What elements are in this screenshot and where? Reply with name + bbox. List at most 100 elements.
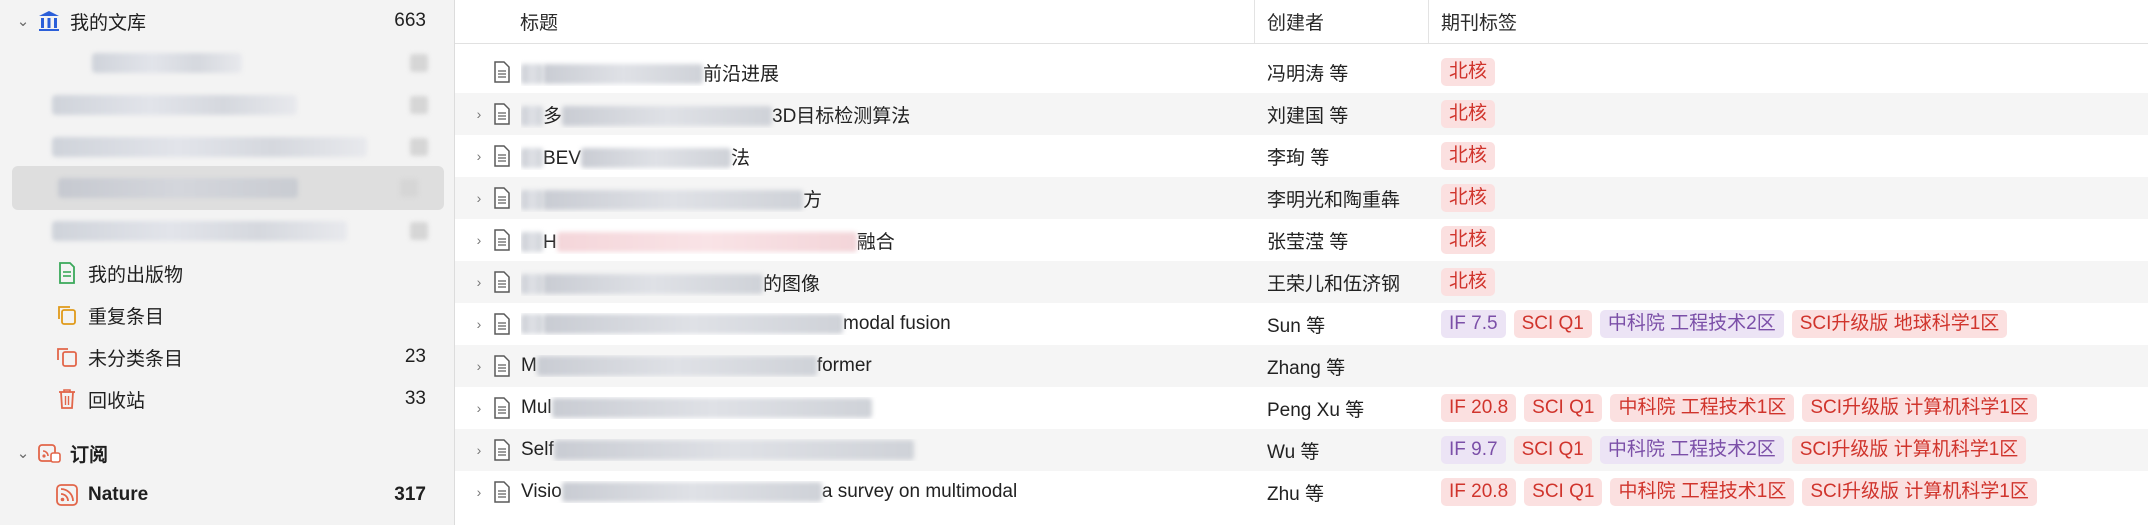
item-title[interactable]: modal fusion	[521, 313, 1241, 335]
chevron-right-icon[interactable]: ›	[471, 274, 487, 290]
rss-icon	[54, 482, 80, 508]
chevron-right-icon[interactable]: ›	[471, 190, 487, 206]
journal-tag: 北核	[1441, 142, 1496, 170]
title-text: H	[543, 231, 557, 253]
sidebar-item-nature-feed[interactable]: Nature 317	[0, 474, 454, 516]
document-icon	[493, 271, 511, 293]
table-row[interactable]: ›前沿进展冯明涛 等北核	[455, 51, 2148, 93]
table-row[interactable]: › BEV 法 李珣 等 北核	[455, 135, 2148, 177]
redacted-text	[581, 148, 732, 169]
journal-tag: 中科院 工程技术2区	[1599, 310, 1784, 338]
column-header-title[interactable]: 标题	[455, 0, 1255, 43]
sidebar-item-collection[interactable]	[0, 210, 454, 252]
item-title[interactable]: BEV 法	[521, 143, 1241, 170]
journal-tag: IF 20.8	[1441, 478, 1517, 506]
document-icon	[493, 229, 511, 251]
item-count: 663	[394, 10, 426, 31]
column-header-creator[interactable]: 创建者	[1255, 0, 1429, 43]
redacted-text	[553, 439, 914, 460]
sidebar-item-collection[interactable]	[0, 126, 454, 168]
chevron-down-icon[interactable]: ⌄	[10, 444, 36, 462]
item-title[interactable]: 多 3D目标检测算法	[521, 101, 1241, 128]
sidebar-item-trash[interactable]: 回收站 33	[0, 378, 454, 420]
item-count: 317	[394, 484, 426, 505]
journal-tag: 中科院 工程技术2区	[1599, 436, 1784, 464]
title-text: 的图像	[763, 273, 821, 295]
sidebar-item-label: 重复条目	[88, 306, 165, 328]
chevron-right-icon[interactable]: ›	[471, 442, 487, 458]
redacted-text	[543, 313, 843, 334]
table-row[interactable]: › 多 3D目标检测算法 刘建国 等 北核	[455, 93, 2148, 135]
redacted-text	[551, 397, 872, 418]
table-row[interactable]: › 方 李明光和陶重犇 北核	[455, 177, 2148, 219]
journal-tag: SCI升级版 计算机科学1区	[1791, 436, 2027, 464]
chevron-right-icon[interactable]: ›	[471, 484, 487, 500]
journal-tag: SCI Q1	[1513, 310, 1592, 338]
table-row[interactable]: › 的图像 王荣儿和伍济钢 北核	[455, 261, 2148, 303]
sidebar-item-unfiled[interactable]: 未分类条目 23	[0, 336, 454, 378]
item-title[interactable]: Mformer	[521, 355, 1241, 377]
journal-tags: IF 9.7 SCI Q1 中科院 工程技术2区 SCI升级版 计算机科学1区	[1441, 436, 2148, 464]
column-header-journal-tags[interactable]: 期刊标签	[1429, 0, 2148, 43]
table-row[interactable]: › Visio a survey on multimodal Zhu 等 IF 20.8…	[455, 471, 2148, 513]
duplicate-icon	[54, 302, 80, 328]
redacted-text	[521, 106, 543, 127]
journal-tags: 北核	[1441, 58, 2148, 86]
chevron-right-icon[interactable]: ›	[471, 316, 487, 332]
sidebar-item-feeds[interactable]: ⌄ 订阅	[0, 432, 454, 474]
item-count: 33	[404, 388, 426, 409]
document-icon	[493, 145, 511, 167]
publication-icon	[54, 260, 80, 286]
chevron-right-icon[interactable]: ›	[471, 400, 487, 416]
table-row[interactable]: › Mformer Zhang 等	[455, 345, 2148, 387]
sidebar-item-my-library[interactable]: ⌄ 我的文库 663	[0, 0, 454, 42]
redacted-label	[52, 221, 347, 241]
table-row[interactable]: › Self Wu 等 IF 9.7 SCI Q1 中科院 工程技术2区 SCI升级版 计算…	[455, 429, 2148, 471]
journal-tags: IF 20.8 SCI Q1 中科院 工程技术1区 SCI升级版 计算机科学1区	[1441, 478, 2148, 506]
table-row[interactable]: › modal fusion Sun 等 IF 7.5 SCI Q1 中科院 工程技术2区…	[455, 303, 2148, 345]
item-title[interactable]: 的图像	[521, 269, 1241, 296]
title-text: Mul	[521, 397, 552, 418]
sidebar-item-collection[interactable]	[0, 84, 454, 126]
journal-tags: IF 20.8 SCI Q1 中科院 工程技术1区 SCI升级版 计算机科学1区	[1441, 394, 2148, 422]
item-title[interactable]: Visio a survey on multimodal	[521, 481, 1241, 503]
redacted-count	[410, 138, 428, 156]
item-title[interactable]: Mul	[521, 397, 1241, 419]
redacted-text	[536, 355, 817, 376]
journal-tag: 北核	[1441, 58, 1496, 86]
chevron-right-icon[interactable]: ›	[471, 148, 487, 164]
title-text: 3D目标检测算法	[772, 105, 911, 127]
sidebar-item-selected-collection[interactable]	[12, 166, 444, 210]
sidebar-item-collection[interactable]	[0, 42, 454, 84]
journal-tag: 中科院 工程技术1区	[1610, 394, 1795, 422]
redacted-count	[400, 179, 418, 197]
journal-tag: 北核	[1441, 184, 1496, 212]
sidebar-item-my-publications[interactable]: 我的出版物	[0, 252, 454, 294]
document-icon	[493, 439, 511, 461]
journal-tag: 北核	[1441, 226, 1496, 254]
items-list: 标题 创建者 期刊标签 ›前沿进展冯明涛 等北核›多3D目标检测算法刘建国 等北…	[455, 0, 2148, 525]
redacted-text	[543, 274, 763, 295]
sidebar-item-duplicates[interactable]: 重复条目	[0, 294, 454, 336]
table-row[interactable]: › Mul Peng Xu 等 IF 20.8 SCI Q1 中科院 工程技术1区 SCI升…	[455, 387, 2148, 429]
chevron-right-icon[interactable]: ›	[471, 106, 487, 122]
chevron-down-icon[interactable]: ⌄	[10, 12, 36, 30]
chevron-right-icon[interactable]: ›	[471, 358, 487, 374]
title-text: 方	[803, 189, 823, 211]
item-title[interactable]: 前沿进展	[521, 59, 1241, 86]
redacted-text	[562, 106, 773, 127]
redacted-text	[561, 481, 822, 502]
chevron-right-icon[interactable]: ›	[471, 232, 487, 248]
title-text: 多	[543, 105, 563, 127]
journal-tags: 北核	[1441, 100, 2148, 128]
item-count: 23	[404, 346, 426, 367]
item-title[interactable]: H 融合	[521, 227, 1241, 254]
item-title[interactable]: Self	[521, 439, 1241, 461]
collections-sidebar: ⌄ 我的文库 663 我的出版物 重复条目 未分类条目 23 回收站 33 ⌄ …	[0, 0, 455, 525]
sidebar-item-label: 我的文库	[70, 12, 147, 34]
sidebar-item-label: 未分类条目	[88, 348, 184, 370]
journal-tag: 中科院 工程技术1区	[1610, 478, 1795, 506]
table-row[interactable]: › H 融合 张莹滢 等 北核	[455, 219, 2148, 261]
item-title[interactable]: 方	[521, 185, 1241, 212]
item-creator: 张莹滢 等	[1267, 231, 1349, 253]
